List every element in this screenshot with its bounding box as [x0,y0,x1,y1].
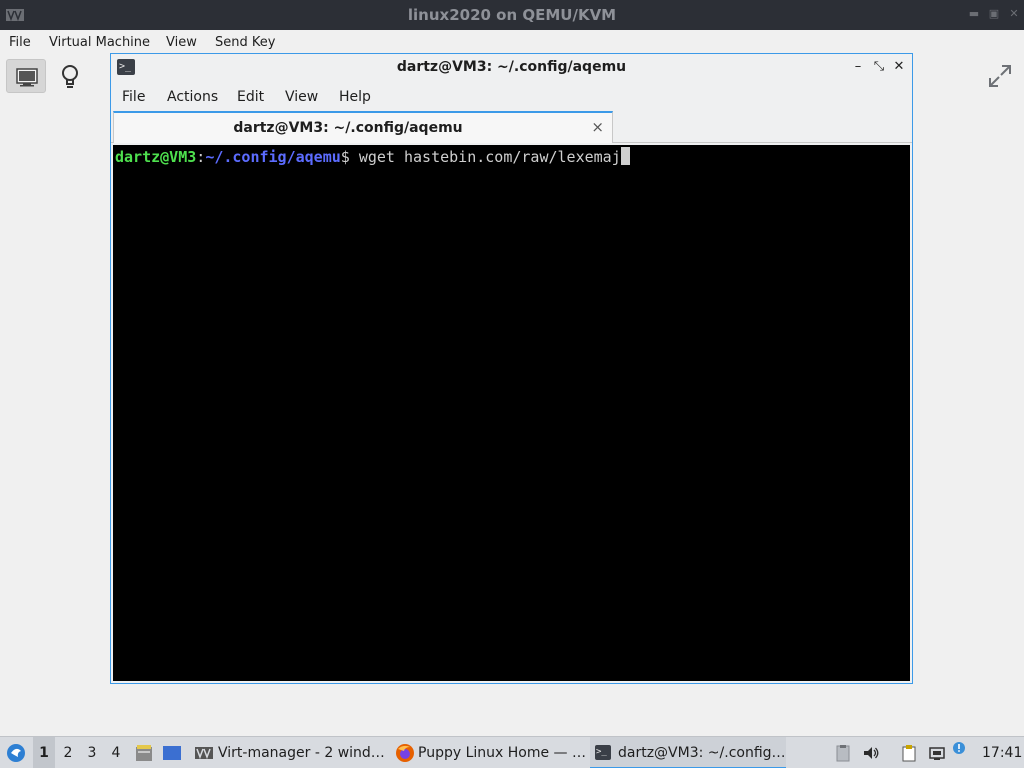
expand-arrows-icon[interactable] [986,62,1014,90]
terminal-output[interactable]: dartz@VM3:~/.config/aqemu$ wget hastebin… [113,145,910,681]
text-cursor [620,147,630,165]
terminal-tabbar: dartz@VM3: ~/.config/aqemu × [111,111,912,143]
start-menu-icon[interactable] [6,743,26,763]
terminal-icon: >_ [595,745,611,760]
terminal-menu-actions[interactable]: Actions [167,89,218,105]
outer-menubar: File Virtual Machine View Send Key [0,30,1024,54]
terminal-tab-label: dartz@VM3: ~/.config/aqemu [233,120,463,136]
terminal-menubar: File Actions Edit View Help [111,81,912,111]
tab-close-icon[interactable]: × [591,118,604,136]
monitor-icon [16,68,38,87]
workspace-1[interactable]: 1 [33,737,55,768]
file-manager-icon[interactable] [134,743,154,763]
terminal-menu-view[interactable]: View [285,89,318,105]
task-firefox-label: Puppy Linux Home — … [418,745,586,761]
volume-icon[interactable] [862,744,880,762]
menu-virtual-machine[interactable]: Virtual Machine [49,35,150,50]
workspace-4[interactable]: 4 [105,737,127,768]
prompt-separator: : [196,148,206,166]
prompt-line: dartz@VM3:~/.config/aqemu$ wget hastebin… [115,147,630,167]
menu-send-key[interactable]: Send Key [215,35,275,50]
workspace-2[interactable]: 2 [57,737,79,768]
virt-manager-icon [195,747,213,759]
typed-command: wget hastebin.com/raw/lexemaj [349,148,621,166]
terminal-tab[interactable]: dartz@VM3: ~/.config/aqemu × [113,111,613,143]
terminal-window: >_ dartz@VM3: ~/.config/aqemu – ⤡ ✕ File… [110,53,913,684]
task-terminal[interactable]: >_ dartz@VM3: ~/.config… [590,737,786,768]
details-view-button[interactable] [50,59,90,93]
terminal-menu-edit[interactable]: Edit [237,89,264,105]
prompt-symbol: $ [340,148,350,166]
maximize-icon[interactable]: ▣ [988,8,1000,20]
show-desktop-icon[interactable] [162,744,182,762]
taskbar: 1 2 3 4 Virt-manager - 2 wind… Puppy Lin… [0,736,1024,768]
terminal-menu-file[interactable]: File [122,89,145,105]
task-virt-manager-label: Virt-manager - 2 wind… [218,745,385,761]
notification-icon[interactable] [952,741,966,755]
clipboard-manager-icon[interactable] [900,744,918,762]
terminal-window-title: dartz@VM3: ~/.config/aqemu [396,59,627,75]
outer-window-title: linux2020 on QEMU/KVM [407,6,617,24]
clock[interactable]: 17:41 [982,737,1022,768]
workspace-3[interactable]: 3 [81,737,103,768]
menu-file[interactable]: File [9,35,31,50]
lightbulb-icon [62,65,78,88]
terminal-maximize-icon[interactable]: ⤡ [871,59,887,75]
prompt-path: ~/.config/aqemu [205,148,341,166]
terminal-titlebar: >_ dartz@VM3: ~/.config/aqemu – ⤡ ✕ [111,54,912,81]
task-terminal-label: dartz@VM3: ~/.config… [618,745,786,761]
terminal-menu-help[interactable]: Help [339,89,371,105]
task-firefox[interactable]: Puppy Linux Home — … [392,737,588,768]
outer-toolbar [0,54,110,740]
task-virt-manager[interactable]: Virt-manager - 2 wind… [192,737,388,768]
prompt-user: dartz@VM3 [115,148,197,166]
console-view-button[interactable] [6,59,46,93]
outer-titlebar: linux2020 on QEMU/KVM ▬ ▣ ✕ [0,0,1024,30]
firefox-icon [396,744,414,762]
close-icon[interactable]: ✕ [1008,8,1020,20]
network-icon[interactable] [928,744,946,762]
terminal-minimize-icon[interactable]: – [850,59,866,75]
menu-view[interactable]: View [166,35,197,50]
minimize-icon[interactable]: ▬ [968,8,980,20]
tray-clipboard-icon[interactable] [834,744,852,762]
terminal-close-icon[interactable]: ✕ [891,59,907,75]
